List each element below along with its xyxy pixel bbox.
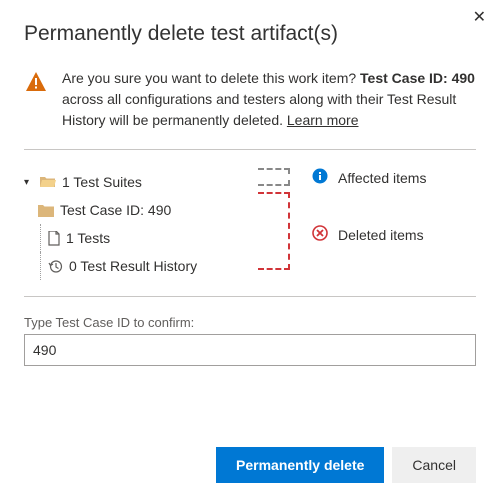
legend-label: Affected items: [338, 170, 426, 186]
legend-deleted: Deleted items: [312, 225, 426, 244]
tree-label: 1 Tests: [66, 230, 110, 246]
cancel-button[interactable]: Cancel: [392, 447, 476, 483]
legend-label: Deleted items: [338, 227, 424, 243]
divider: [24, 149, 476, 150]
tree-row-suites[interactable]: ▾ 1 Test Suites: [24, 168, 244, 196]
warning-text: Are you sure you want to delete this wor…: [62, 68, 476, 131]
tree-label: 1 Test Suites: [62, 174, 142, 190]
confirm-label: Type Test Case ID to confirm:: [24, 315, 476, 330]
document-icon: [48, 231, 60, 246]
warning-suffix: across all configurations and testers al…: [62, 91, 456, 128]
legend: Affected items Deleted items: [304, 168, 426, 244]
dialog-footer: Permanently delete Cancel: [216, 447, 476, 483]
learn-more-link[interactable]: Learn more: [287, 112, 359, 128]
deleted-bracket: [258, 192, 290, 270]
tree-label: Test Case ID: 490: [60, 202, 171, 218]
history-icon: [48, 259, 63, 274]
bracket-indicators: [256, 168, 292, 270]
delete-artifacts-dialog: ✕ Permanently delete test artifact(s) Ar…: [0, 0, 500, 366]
error-icon: [312, 225, 328, 244]
confirm-section: Type Test Case ID to confirm:: [24, 315, 476, 366]
folder-icon: [38, 204, 54, 217]
chevron-down-icon: ▾: [24, 177, 34, 188]
tree-row-testcase[interactable]: Test Case ID: 490: [24, 196, 244, 224]
tree-legend-section: ▾ 1 Test Suites Test Case ID: 490 1 Test…: [24, 168, 476, 280]
tree-row-tests[interactable]: 1 Tests: [24, 224, 244, 252]
warning-section: Are you sure you want to delete this wor…: [24, 68, 476, 131]
folder-open-icon: [40, 175, 56, 189]
dialog-title: Permanently delete test artifact(s): [24, 22, 476, 46]
affected-bracket: [258, 168, 290, 186]
permanently-delete-button[interactable]: Permanently delete: [216, 447, 384, 483]
artifact-tree: ▾ 1 Test Suites Test Case ID: 490 1 Test…: [24, 168, 244, 280]
warning-triangle-icon: [24, 70, 48, 131]
tree-row-history[interactable]: 0 Test Result History: [24, 252, 244, 280]
close-icon[interactable]: ✕: [473, 10, 486, 26]
warning-bold: Test Case ID: 490: [360, 70, 475, 86]
confirm-input[interactable]: [24, 334, 476, 366]
info-icon: [312, 168, 328, 187]
divider: [24, 296, 476, 297]
legend-affected: Affected items: [312, 168, 426, 187]
warning-prefix: Are you sure you want to delete this wor…: [62, 70, 360, 86]
tree-label: 0 Test Result History: [69, 258, 197, 274]
